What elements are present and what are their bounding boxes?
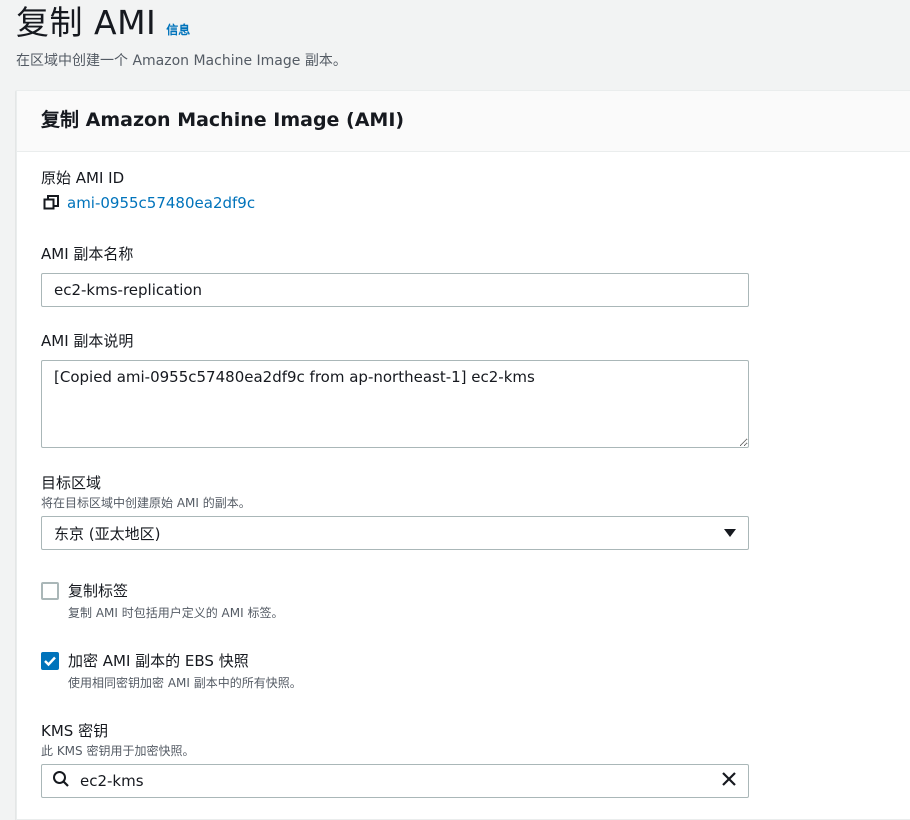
copy-name-label: AMI 副本名称 xyxy=(41,245,134,263)
page-header: 复制 AMI 信息 xyxy=(16,0,190,46)
copy-icon[interactable] xyxy=(41,193,61,213)
copy-tags-field: 复制标签 复制 AMI 时包括用户定义的 AMI 标签。 xyxy=(41,580,283,622)
destination-region-value: 东京 (亚太地区) xyxy=(54,524,161,543)
source-ami-link[interactable]: ami-0955c57480ea2df9c xyxy=(67,194,255,212)
encrypt-snapshots-row: 加密 AMI 副本的 EBS 快照 xyxy=(41,650,302,672)
encrypt-snapshots-checkbox[interactable] xyxy=(41,652,59,670)
info-link[interactable]: 信息 xyxy=(166,21,190,38)
copy-tags-label: 复制标签 xyxy=(68,582,129,600)
source-ami-row: ami-0955c57480ea2df9c xyxy=(41,193,255,213)
checkmark-icon xyxy=(44,656,56,667)
kms-key-description: 此 KMS 密钥用于加密快照。 xyxy=(41,744,195,758)
destination-region-select[interactable]: 东京 (亚太地区) xyxy=(41,516,749,550)
destination-region-label: 目标区域 xyxy=(41,474,102,492)
copy-tags-checkbox[interactable] xyxy=(41,582,59,600)
kms-key-label: KMS 密钥 xyxy=(41,722,109,740)
page-description: 在区域中创建一个 Amazon Machine Image 副本。 xyxy=(16,53,347,69)
source-ami-field: 原始 AMI ID ami-0955c57480ea2df9c xyxy=(41,167,255,213)
copy-description-label: AMI 副本说明 xyxy=(41,332,134,350)
copy-name-input[interactable] xyxy=(41,273,749,307)
copy-description-textarea[interactable]: [Copied ami-0955c57480ea2df9c from ap-no… xyxy=(41,360,749,448)
destination-region-field: 目标区域 将在目标区域中创建原始 AMI 的副本。 东京 (亚太地区) xyxy=(41,472,749,550)
copy-tags-row: 复制标签 xyxy=(41,580,283,602)
kms-key-value: ec2-kms xyxy=(80,772,144,790)
copy-description-field: AMI 副本说明 [Copied ami-0955c57480ea2df9c f… xyxy=(41,330,749,448)
copy-ami-panel: 复制 Amazon Machine Image (AMI) 原始 AMI ID … xyxy=(16,90,910,820)
kms-key-field: KMS 密钥 此 KMS 密钥用于加密快照。 ec2-kms xyxy=(41,720,749,798)
page-title: 复制 AMI xyxy=(16,3,157,42)
title-row: 复制 AMI 信息 xyxy=(16,0,190,46)
close-icon[interactable] xyxy=(720,770,738,792)
caret-down-icon xyxy=(724,529,736,537)
destination-region-description: 将在目标区域中创建原始 AMI 的副本。 xyxy=(41,496,251,510)
copy-name-field: AMI 副本名称 xyxy=(41,243,749,307)
source-ami-label: 原始 AMI ID xyxy=(41,169,125,187)
kms-key-search[interactable]: ec2-kms xyxy=(41,764,749,798)
panel-header: 复制 Amazon Machine Image (AMI) xyxy=(17,91,910,152)
encrypt-snapshots-label: 加密 AMI 副本的 EBS 快照 xyxy=(68,652,249,670)
encrypt-snapshots-field: 加密 AMI 副本的 EBS 快照 使用相同密钥加密 AMI 副本中的所有快照。 xyxy=(41,650,302,692)
search-icon xyxy=(52,770,70,792)
panel-title: 复制 Amazon Machine Image (AMI) xyxy=(41,109,405,131)
encrypt-snapshots-description: 使用相同密钥加密 AMI 副本中的所有快照。 xyxy=(68,676,302,690)
copy-tags-description: 复制 AMI 时包括用户定义的 AMI 标签。 xyxy=(68,606,284,620)
